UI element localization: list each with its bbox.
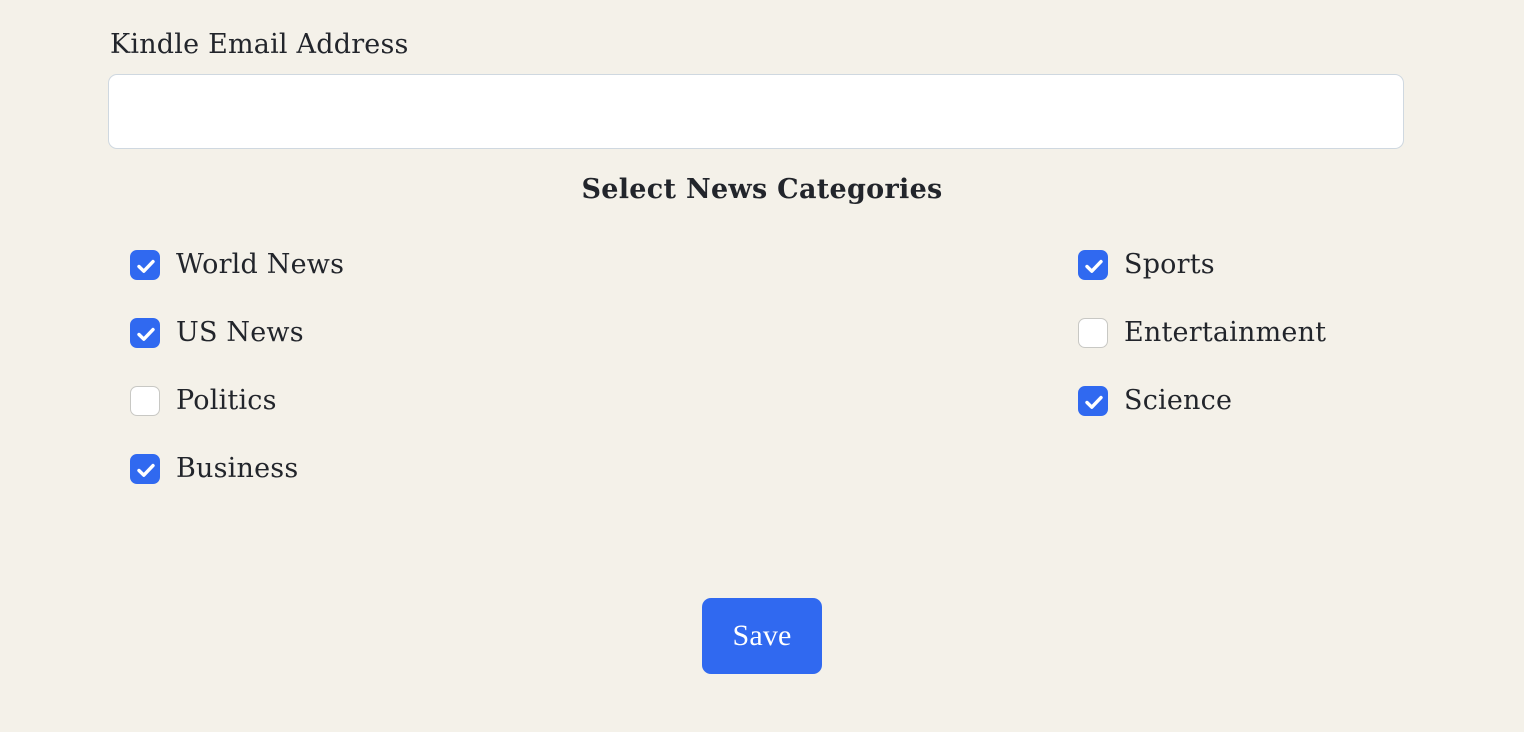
- category-item-us-news[interactable]: US News: [130, 316, 344, 350]
- check-icon: [137, 463, 155, 477]
- category-item-entertainment[interactable]: Entertainment: [1078, 316, 1326, 350]
- news-categories-grid: World News US News Politics Business Spo…: [0, 248, 1524, 528]
- category-item-world-news[interactable]: World News: [130, 248, 344, 282]
- checkbox-sports[interactable]: [1078, 250, 1108, 280]
- save-button-container: Save: [0, 598, 1524, 674]
- kindle-email-field-group: Kindle Email Address: [108, 28, 1404, 149]
- kindle-email-label: Kindle Email Address: [110, 29, 409, 60]
- category-label-politics: Politics: [176, 385, 277, 416]
- checkbox-us-news[interactable]: [130, 318, 160, 348]
- kindle-email-input[interactable]: [108, 74, 1404, 149]
- check-icon: [137, 327, 155, 341]
- category-label-sports: Sports: [1124, 249, 1215, 280]
- category-item-science[interactable]: Science: [1078, 384, 1326, 418]
- categories-column-right: Sports Entertainment Science: [1078, 248, 1326, 452]
- category-label-business: Business: [176, 453, 299, 484]
- checkbox-politics[interactable]: [130, 386, 160, 416]
- check-icon: [1085, 395, 1103, 409]
- checkbox-entertainment[interactable]: [1078, 318, 1108, 348]
- save-button[interactable]: Save: [702, 598, 822, 674]
- category-item-business[interactable]: Business: [130, 452, 344, 486]
- categories-heading: Select News Categories: [581, 174, 943, 205]
- checkbox-science[interactable]: [1078, 386, 1108, 416]
- check-icon: [1085, 259, 1103, 273]
- checkbox-world-news[interactable]: [130, 250, 160, 280]
- category-item-sports[interactable]: Sports: [1078, 248, 1326, 282]
- kindle-news-settings-page: Kindle Email Address Select News Categor…: [0, 0, 1524, 732]
- category-label-us-news: US News: [176, 317, 304, 348]
- check-icon: [137, 259, 155, 273]
- category-label-world-news: World News: [176, 249, 345, 280]
- categories-column-left: World News US News Politics Business: [130, 248, 344, 520]
- category-label-science: Science: [1124, 385, 1233, 416]
- category-item-politics[interactable]: Politics: [130, 384, 344, 418]
- checkbox-business[interactable]: [130, 454, 160, 484]
- category-label-entertainment: Entertainment: [1124, 317, 1327, 348]
